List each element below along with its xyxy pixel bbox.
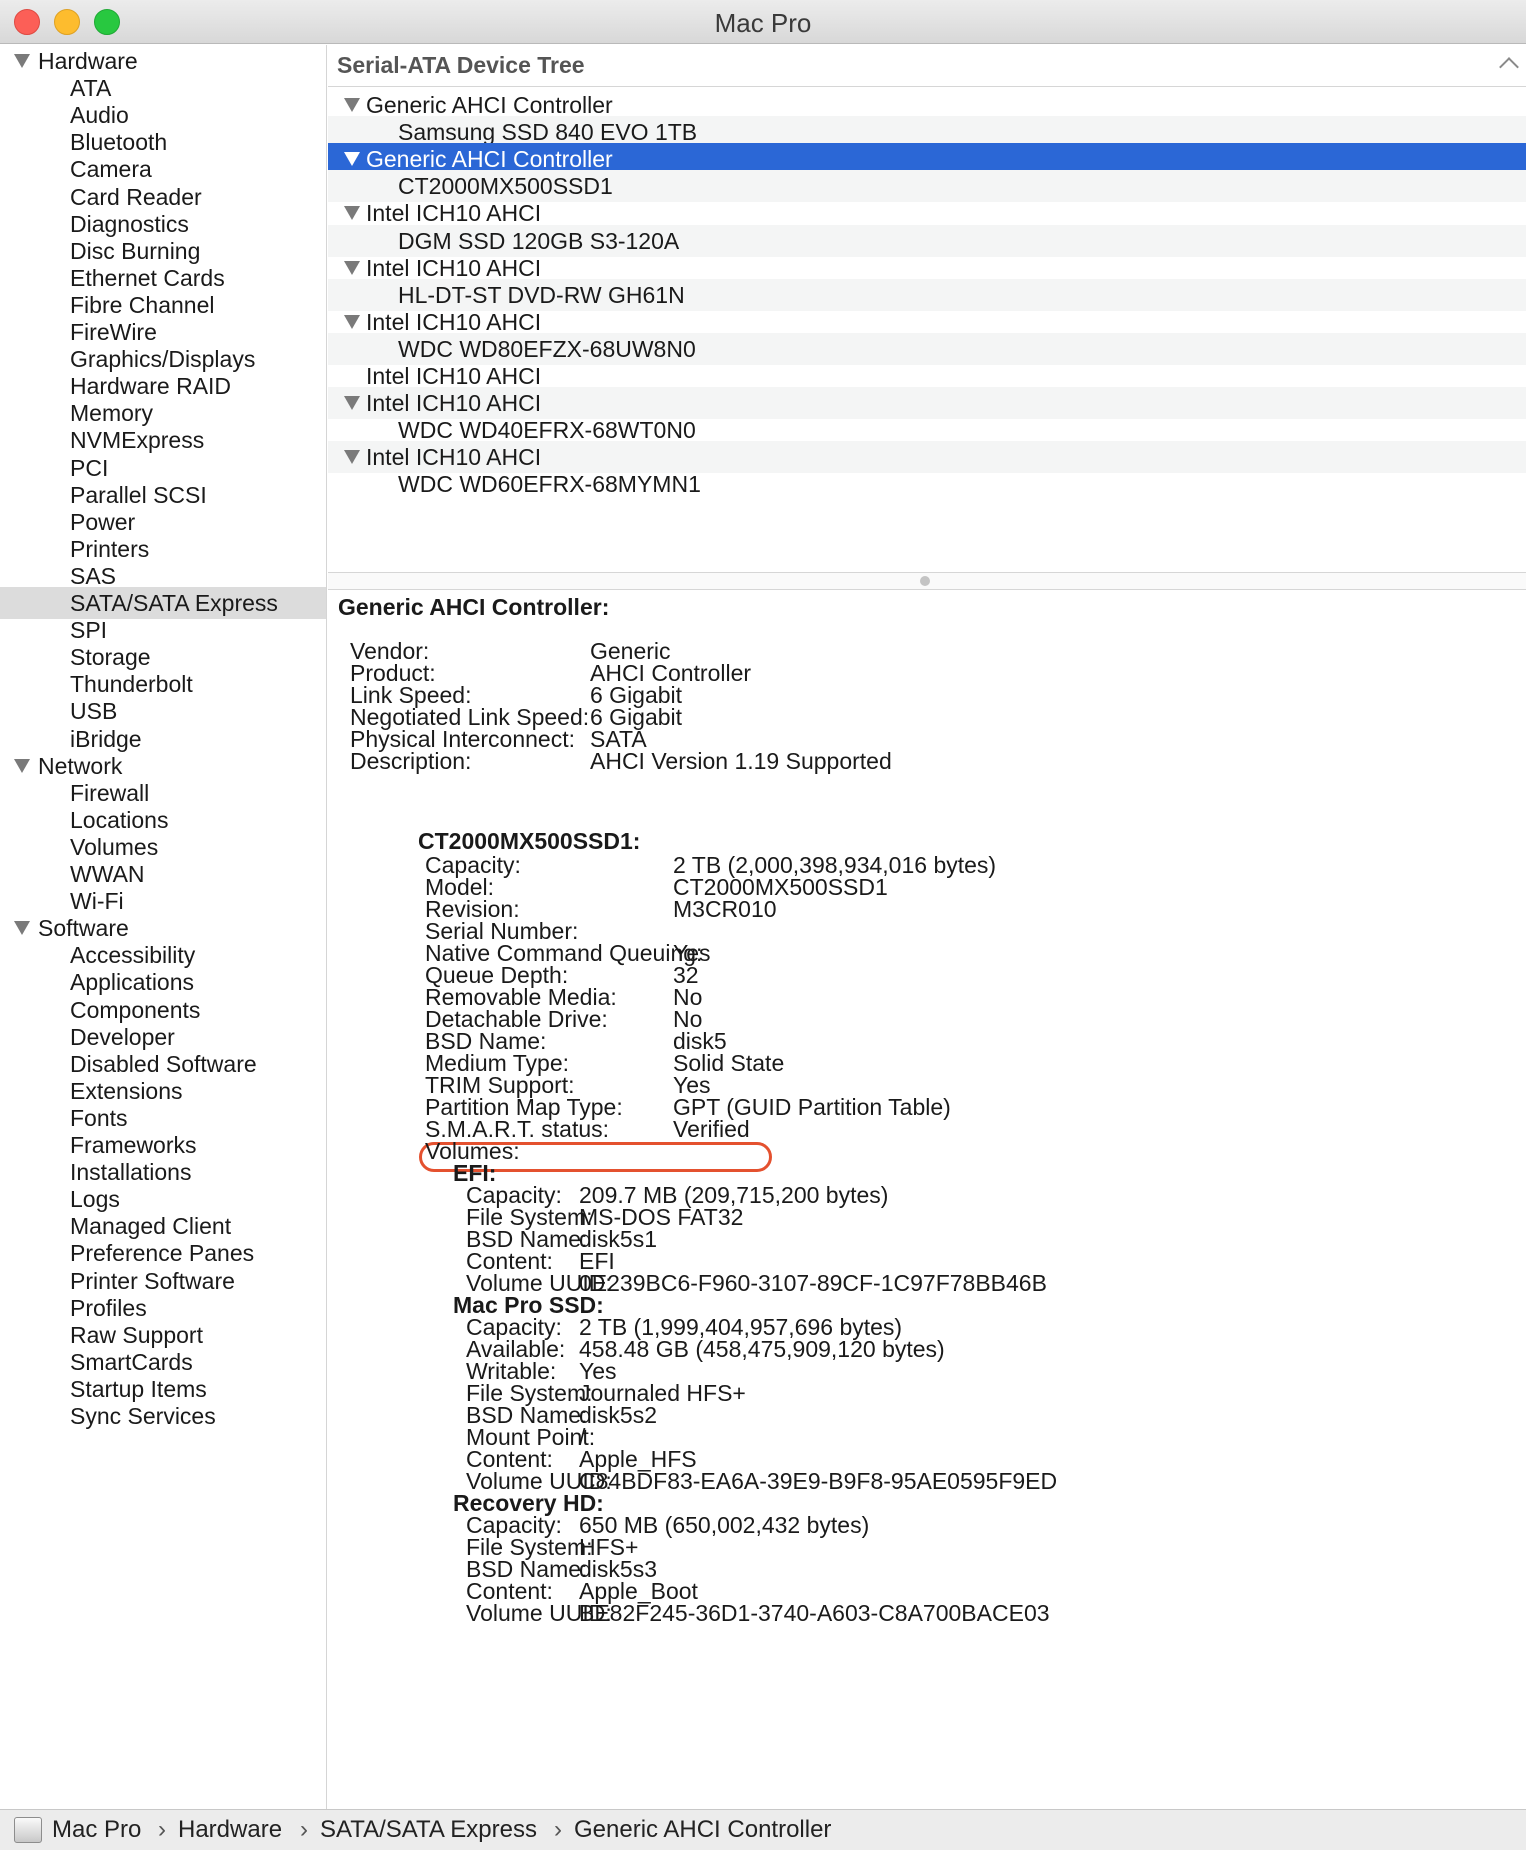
disclosure-triangle-icon[interactable]	[344, 314, 360, 329]
breadcrumb-sata-sata-express[interactable]: SATA/SATA Express	[320, 1816, 537, 1844]
breadcrumb-mac-pro[interactable]: Mac Pro	[52, 1816, 141, 1844]
sidebar: Hardware ATA Audio Bluetooth Camera Card Read…	[0, 45, 327, 1809]
disclosure-triangle-icon[interactable]	[344, 396, 360, 411]
detail-title: Generic AHCI Controller:	[338, 594, 610, 620]
tree-row-label: WDC WD60EFRX-68MYMN1	[398, 471, 701, 498]
disclosure-triangle-icon[interactable]	[14, 758, 30, 773]
breadcrumb-separator: ›	[554, 1816, 562, 1843]
breadcrumb-separator: ›	[158, 1816, 166, 1843]
device-tree-title: Serial-ATA Device Tree	[337, 52, 585, 78]
system-information-window: Mac Pro Hardware ATA Audio Bluetooth Camera C…	[0, 0, 1526, 1850]
disclosure-triangle-icon[interactable]	[344, 450, 360, 465]
property-key: Description:	[350, 748, 472, 774]
disclosure-triangle-icon[interactable]	[344, 152, 360, 167]
breadcrumb-hardware[interactable]: Hardware	[178, 1816, 282, 1844]
device-tree-header[interactable]: Serial-ATA Device Tree	[328, 45, 1526, 87]
device-title: CT2000MX500SSD1:	[418, 828, 641, 854]
sidebar-item-label: Sync Services	[70, 1403, 216, 1429]
property-value: Verified	[673, 1116, 750, 1142]
disclosure-triangle-icon[interactable]	[344, 260, 360, 275]
property-value: 0E239BC6-F960-3107-89CF-1C97F78BB46B	[579, 1270, 1047, 1296]
disclosure-triangle-icon[interactable]	[344, 98, 360, 112]
property-value: C84BDF83-EA6A-39E9-B9F8-95AE0595F9ED	[579, 1468, 1058, 1494]
split-handle-icon[interactable]	[920, 576, 930, 586]
tree-device-row[interactable]: WDC WD60EFRX-68MYMN1	[328, 468, 1526, 500]
device-tree: Serial-ATA Device Tree Generic AHCI Cont…	[328, 45, 1526, 572]
breadcrumb-separator: ›	[300, 1816, 308, 1843]
sidebar-item-sync-services[interactable]: Sync Services	[0, 1400, 326, 1432]
disclosure-triangle-icon[interactable]	[344, 206, 360, 221]
property-value: AHCI Version 1.19 Supported	[590, 748, 892, 774]
disclosure-triangle-icon[interactable]	[14, 54, 30, 68]
detail-pane: Generic AHCI Controller: CT2000MX500SSD1…	[328, 590, 1526, 1809]
path-bar: Mac Pro › Hardware › SATA/SATA Express › Gener…	[0, 1809, 1526, 1850]
split-view-divider[interactable]	[328, 572, 1526, 590]
property-value: 458.48 GB (458,475,909,120 bytes)	[579, 1336, 945, 1362]
computer-icon	[14, 1817, 42, 1843]
chevron-up-icon[interactable]	[1499, 57, 1519, 77]
window-title: Mac Pro	[714, 8, 812, 38]
title-bar[interactable]: Mac Pro	[0, 0, 1526, 44]
property-value: BE82F245-36D1-3740-A603-C8A700BACE03	[579, 1600, 1050, 1626]
property-value: M3CR010	[673, 896, 777, 922]
disclosure-triangle-icon[interactable]	[14, 921, 30, 936]
breadcrumb-generic-ahci-controller[interactable]: Generic AHCI Controller	[574, 1816, 831, 1844]
